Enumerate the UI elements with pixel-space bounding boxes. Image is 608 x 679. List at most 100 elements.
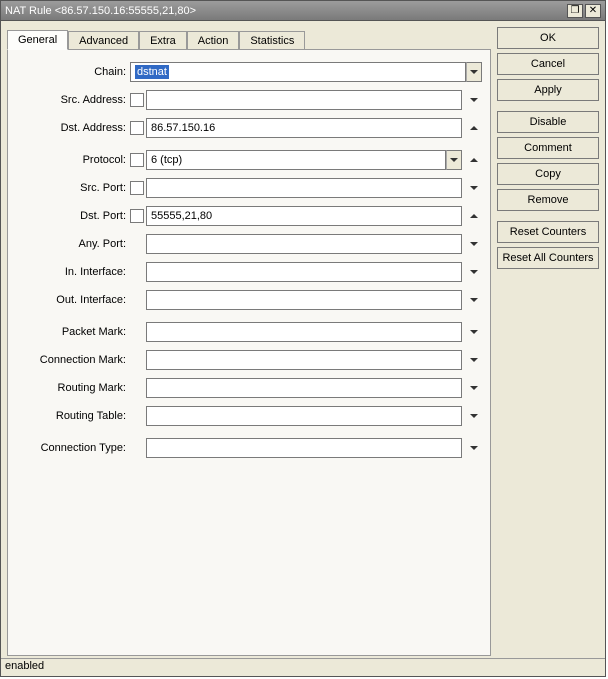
remove-button[interactable]: Remove	[497, 189, 599, 211]
chevron-down-icon	[470, 70, 478, 74]
row-src-port: Src. Port:	[12, 176, 482, 200]
label-packet-mark: Packet Mark:	[12, 326, 130, 338]
close-button[interactable]: ✕	[585, 4, 601, 18]
any-port-input[interactable]	[146, 234, 462, 254]
out-interface-expand[interactable]	[466, 292, 482, 308]
chain-input[interactable]: dstnat	[130, 62, 466, 82]
packet-mark-input[interactable]	[146, 322, 462, 342]
label-any-port: Any. Port:	[12, 238, 130, 250]
label-chain: Chain:	[12, 66, 130, 78]
button-column: OK Cancel Apply Disable Comment Copy Rem…	[497, 27, 599, 656]
label-src-address: Src. Address:	[12, 94, 130, 106]
dst-port-invert-checkbox[interactable]	[130, 209, 144, 223]
any-port-expand[interactable]	[466, 236, 482, 252]
label-src-port: Src. Port:	[12, 182, 130, 194]
in-interface-expand[interactable]	[466, 264, 482, 280]
row-dst-address: Dst. Address: 86.57.150.16	[12, 116, 482, 140]
general-pane: Chain: dstnat Src. Address: Dst. Address…	[7, 49, 491, 656]
chevron-down-icon	[450, 158, 458, 162]
tab-statistics[interactable]: Statistics	[239, 31, 305, 50]
row-packet-mark: Packet Mark:	[12, 320, 482, 344]
row-routing-mark: Routing Mark:	[12, 376, 482, 400]
chevron-down-icon	[470, 414, 478, 418]
dst-address-input[interactable]: 86.57.150.16	[146, 118, 462, 138]
chevron-down-icon	[470, 330, 478, 334]
connection-mark-expand[interactable]	[466, 352, 482, 368]
dst-port-collapse[interactable]	[466, 208, 482, 224]
cancel-button[interactable]: Cancel	[497, 53, 599, 75]
restore-button[interactable]: ❐	[567, 4, 583, 18]
tab-extra[interactable]: Extra	[139, 31, 187, 50]
window-title: NAT Rule <86.57.150.16:55555,21,80>	[5, 5, 565, 17]
reset-all-counters-button[interactable]: Reset All Counters	[497, 247, 599, 269]
status-text: enabled	[5, 660, 44, 672]
chain-dropdown-button[interactable]	[466, 62, 482, 82]
dst-address-invert-checkbox[interactable]	[130, 121, 144, 135]
label-routing-mark: Routing Mark:	[12, 382, 130, 394]
chevron-down-icon	[470, 242, 478, 246]
copy-button[interactable]: Copy	[497, 163, 599, 185]
dst-address-collapse[interactable]	[466, 120, 482, 136]
src-port-input[interactable]	[146, 178, 462, 198]
protocol-invert-checkbox[interactable]	[130, 153, 144, 167]
restore-icon: ❐	[571, 5, 580, 16]
reset-counters-button[interactable]: Reset Counters	[497, 221, 599, 243]
chain-value: dstnat	[135, 65, 169, 79]
chevron-up-icon	[470, 158, 478, 162]
row-in-interface: In. Interface:	[12, 260, 482, 284]
chevron-down-icon	[470, 386, 478, 390]
chevron-up-icon	[470, 126, 478, 130]
tab-advanced[interactable]: Advanced	[68, 31, 139, 50]
label-connection-type: Connection Type:	[12, 442, 130, 454]
row-connection-mark: Connection Mark:	[12, 348, 482, 372]
disable-button[interactable]: Disable	[497, 111, 599, 133]
out-interface-input[interactable]	[146, 290, 462, 310]
chevron-down-icon	[470, 358, 478, 362]
content-area: General Advanced Extra Action Statistics…	[1, 21, 605, 658]
connection-mark-input[interactable]	[146, 350, 462, 370]
row-out-interface: Out. Interface:	[12, 288, 482, 312]
titlebar: NAT Rule <86.57.150.16:55555,21,80> ❐ ✕	[1, 1, 605, 21]
row-dst-port: Dst. Port: 55555,21,80	[12, 204, 482, 228]
tab-strip: General Advanced Extra Action Statistics	[7, 27, 491, 49]
label-routing-table: Routing Table:	[12, 410, 130, 422]
in-interface-input[interactable]	[146, 262, 462, 282]
chevron-down-icon	[470, 446, 478, 450]
close-icon: ✕	[589, 5, 597, 16]
label-out-interface: Out. Interface:	[12, 294, 130, 306]
routing-table-input[interactable]	[146, 406, 462, 426]
routing-mark-input[interactable]	[146, 378, 462, 398]
src-port-invert-checkbox[interactable]	[130, 181, 144, 195]
row-any-port: Any. Port:	[12, 232, 482, 256]
connection-type-input[interactable]	[146, 438, 462, 458]
dst-port-input[interactable]: 55555,21,80	[146, 206, 462, 226]
tab-action[interactable]: Action	[187, 31, 240, 50]
left-column: General Advanced Extra Action Statistics…	[7, 27, 491, 656]
src-port-expand[interactable]	[466, 180, 482, 196]
packet-mark-expand[interactable]	[466, 324, 482, 340]
apply-button[interactable]: Apply	[497, 79, 599, 101]
ok-button[interactable]: OK	[497, 27, 599, 49]
routing-table-expand[interactable]	[466, 408, 482, 424]
chevron-down-icon	[470, 270, 478, 274]
src-address-expand[interactable]	[466, 92, 482, 108]
label-dst-port: Dst. Port:	[12, 210, 130, 222]
chevron-up-icon	[470, 214, 478, 218]
nat-rule-window: NAT Rule <86.57.150.16:55555,21,80> ❐ ✕ …	[0, 0, 606, 677]
chevron-down-icon	[470, 186, 478, 190]
chevron-down-icon	[470, 98, 478, 102]
row-routing-table: Routing Table:	[12, 404, 482, 428]
connection-type-expand[interactable]	[466, 440, 482, 456]
src-address-invert-checkbox[interactable]	[130, 93, 144, 107]
src-address-input[interactable]	[146, 90, 462, 110]
protocol-dropdown-button[interactable]	[446, 150, 462, 170]
chevron-down-icon	[470, 298, 478, 302]
label-protocol: Protocol:	[12, 154, 130, 166]
protocol-input[interactable]: 6 (tcp)	[146, 150, 446, 170]
tab-general[interactable]: General	[7, 30, 68, 50]
protocol-collapse[interactable]	[466, 152, 482, 168]
routing-mark-expand[interactable]	[466, 380, 482, 396]
comment-button[interactable]: Comment	[497, 137, 599, 159]
row-connection-type: Connection Type:	[12, 436, 482, 460]
label-connection-mark: Connection Mark:	[12, 354, 130, 366]
